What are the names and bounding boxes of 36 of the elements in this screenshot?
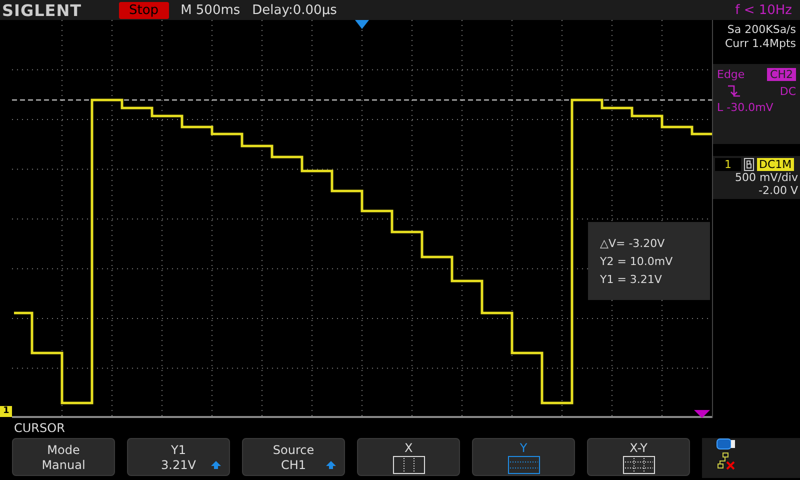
- softkey-button[interactable]: Y: [472, 438, 576, 476]
- channel-number: 1: [715, 158, 741, 171]
- horizontal-cursors-icon: [508, 456, 540, 474]
- softkey-button[interactable]: Source CH1: [242, 438, 346, 476]
- cursor-value: Y2 = 10.0mV: [600, 254, 674, 268]
- vertical-scale: 500 mV/div: [734, 171, 798, 184]
- trigger-type: Edge: [717, 68, 745, 81]
- run-state-badge[interactable]: Stop: [119, 2, 169, 18]
- channel-coupling: DC1M: [757, 158, 794, 171]
- bandwidth-icon: [744, 158, 754, 171]
- vertical-offset: -2.00 V: [758, 184, 798, 197]
- adjust-arrow-icon: [211, 461, 222, 469]
- softkey-button[interactable]: X-Y: [587, 438, 690, 476]
- usb-icon: [716, 438, 736, 450]
- softkey-button[interactable]: X: [357, 438, 460, 476]
- softkey-button[interactable]: Y1 3.21V: [127, 438, 230, 476]
- cursor-value: △V= -3.20V: [600, 236, 666, 250]
- trigger-level: L -30.0mV: [717, 101, 774, 114]
- channel-marker: 1: [0, 406, 12, 417]
- menu-title: CURSOR: [13, 420, 66, 437]
- softkey-button[interactable]: Mode Manual: [12, 438, 116, 476]
- delay-readout: Delay:0.00μs: [252, 2, 337, 18]
- vertical-cursors-icon: [392, 456, 425, 474]
- frequency-readout: f < 10Hz: [735, 2, 792, 18]
- memory-depth: Curr 1.4Mpts: [724, 37, 796, 51]
- brand-logo: SIGLENT: [2, 0, 83, 20]
- network-disconnected-icon: [716, 452, 736, 470]
- timebase-readout: M 500ms: [180, 2, 240, 18]
- sample-rate: Sa 200KSa/s: [727, 23, 796, 37]
- trigger-level-marker: [694, 410, 710, 418]
- trigger-coupling: DC: [780, 84, 796, 98]
- cursor-value: Y1 = 3.21V: [600, 272, 663, 286]
- trigger-source: CH2: [767, 68, 796, 81]
- grid-cursors-icon: [622, 456, 655, 474]
- adjust-arrow-icon: [326, 461, 336, 469]
- falling-edge-icon: [727, 84, 741, 98]
